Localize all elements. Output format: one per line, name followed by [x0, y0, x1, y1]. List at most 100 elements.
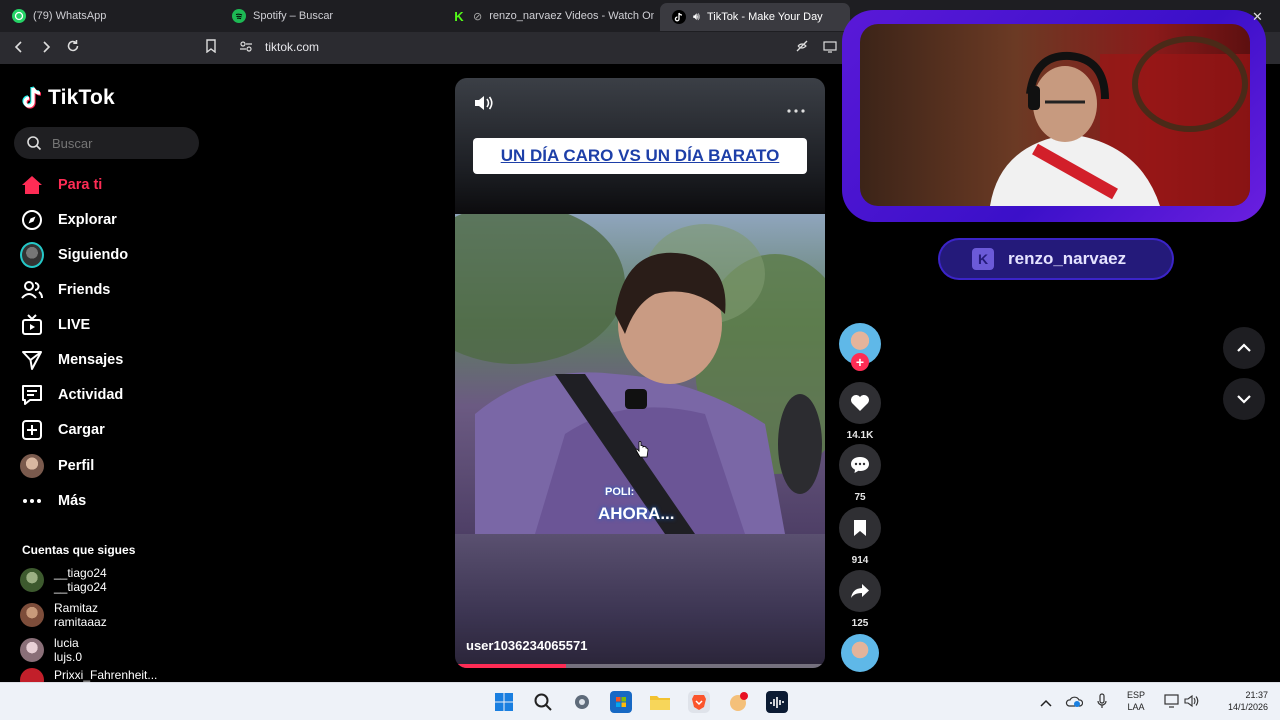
share-action[interactable]: 125 — [839, 570, 881, 629]
nav-siguiendo[interactable]: Siguiendo — [20, 240, 128, 270]
tab-label: TikTok - Make Your Day — [706, 11, 823, 23]
follow-plus-icon[interactable]: + — [851, 353, 869, 371]
nav-explorar[interactable]: Explorar — [20, 205, 117, 235]
tab-spotify[interactable]: Spotify – Buscar — [220, 4, 438, 28]
tab-label: Spotify – Buscar — [253, 10, 334, 22]
tray-chevron-up-icon[interactable] — [1040, 694, 1052, 712]
save-action[interactable]: 914 — [839, 507, 881, 566]
streamer-name: renzo_narvaez — [1008, 249, 1127, 268]
search-input[interactable] — [52, 135, 192, 151]
account-handle: ramitaaaz — [54, 615, 107, 629]
volume-tray-icon[interactable] — [1184, 694, 1200, 713]
video-caption-small: POLI: — [605, 486, 635, 498]
reload-icon[interactable] — [63, 38, 83, 58]
address-bar-url[interactable]: tiktok.com — [265, 40, 319, 54]
network-display-icon[interactable] — [1164, 694, 1180, 713]
following-account[interactable]: __tiago24 __tiago24 — [20, 564, 107, 596]
tab-label: (79) WhatsApp — [33, 10, 107, 22]
clock-date: 14/1/2026 — [1227, 702, 1268, 712]
tab-tiktok[interactable]: 🔊︎ TikTok - Make Your Day — [660, 3, 850, 31]
like-button[interactable] — [839, 382, 881, 424]
share-button[interactable] — [839, 570, 881, 612]
nav-label: LIVE — [58, 317, 91, 333]
tracking-off-icon[interactable] — [792, 38, 812, 58]
author-avatar-button[interactable]: + — [839, 323, 881, 371]
account-name: Ramitaz — [54, 601, 99, 615]
music-disc-button[interactable] — [839, 634, 881, 672]
video-progress-bar[interactable] — [455, 664, 825, 668]
screen-cast-icon[interactable] — [820, 38, 840, 58]
speaker-icon[interactable]: 🔊︎ — [693, 11, 700, 24]
microsoft-store-icon[interactable] — [610, 691, 632, 713]
nav-mas[interactable]: Más — [20, 486, 86, 516]
language-code: ESP — [1126, 690, 1145, 700]
mute-icon[interactable]: ⊘ — [473, 10, 482, 23]
nav-cargar[interactable]: Cargar — [20, 415, 105, 445]
clock-time: 21:37 — [1245, 690, 1268, 700]
account-name: __tiago24 — [54, 566, 107, 580]
windows-start-icon[interactable] — [493, 691, 515, 713]
webcam-overlay — [842, 10, 1266, 222]
tiktok-note-icon — [22, 86, 42, 109]
following-account[interactable]: Prixxi_Fahrenheit... — [20, 668, 157, 682]
avatar — [20, 568, 44, 592]
keyboard-language[interactable]: ESP LAA — [1123, 689, 1149, 713]
video-author-username[interactable]: user1036234065571 — [466, 638, 587, 653]
music-disc-avatar — [841, 634, 879, 672]
tab-kick[interactable]: K ⊘ renzo_narvaez Videos - Watch On — [440, 4, 654, 28]
volume-icon[interactable] — [473, 94, 495, 117]
taskbar-search-icon[interactable] — [532, 691, 554, 713]
back-icon[interactable] — [9, 38, 29, 58]
chevron-up-icon — [1237, 343, 1251, 352]
close-icon[interactable]: ✕ — [1252, 9, 1263, 25]
account-name: lucia — [54, 636, 79, 650]
webcam-person-image — [990, 36, 1250, 206]
next-video-button[interactable] — [1223, 378, 1265, 420]
search-box[interactable] — [14, 127, 199, 159]
comment-button[interactable] — [839, 444, 881, 486]
nav-perfil[interactable]: Perfil — [20, 451, 94, 481]
video-caption-big: AHORA... — [598, 504, 675, 523]
chevron-down-icon — [1237, 395, 1251, 404]
logo-text: TikTok — [48, 86, 115, 109]
nav-friends[interactable]: Friends — [20, 275, 110, 305]
nav-label: Actividad — [58, 387, 124, 403]
nav-para-ti[interactable]: Para ti — [20, 170, 102, 200]
following-account[interactable]: lucia lujs.0 — [20, 634, 82, 666]
following-account[interactable]: Ramitaz ramitaaaz — [20, 599, 107, 631]
messenger-app-icon[interactable] — [727, 691, 749, 713]
following-avatar-icon — [20, 242, 44, 268]
nav-label: Perfil — [58, 458, 95, 474]
more-options-icon[interactable] — [787, 100, 805, 118]
tiktok-logo[interactable]: TikTok — [22, 86, 115, 110]
like-action[interactable]: 14.1K — [839, 382, 881, 441]
save-button[interactable] — [839, 507, 881, 549]
site-settings-icon[interactable] — [236, 38, 256, 58]
share-count: 125 — [851, 618, 869, 629]
streamer-name-badge: K renzo_narvaez — [940, 240, 1172, 278]
forward-icon[interactable] — [36, 38, 56, 58]
bookmark-icon[interactable] — [201, 38, 221, 58]
file-explorer-icon[interactable] — [649, 691, 671, 713]
onedrive-cloud-icon[interactable] — [1065, 694, 1084, 712]
clock[interactable]: 21:37 14/1/2026 — [1208, 689, 1268, 713]
nav-label: Explorar — [58, 212, 117, 228]
comment-action[interactable]: 75 — [839, 444, 881, 503]
activity-icon — [20, 383, 44, 407]
send-icon — [20, 348, 44, 372]
brave-browser-icon[interactable] — [688, 691, 710, 713]
video-player[interactable]: UN DÍA CARO VS UN DÍA BARATO POLI: AHORA… — [455, 78, 825, 668]
settings-gear-icon[interactable] — [571, 691, 593, 713]
tab-whatsapp[interactable]: (79) WhatsApp — [0, 4, 220, 28]
previous-video-button[interactable] — [1223, 327, 1265, 369]
account-handle: lujs.0 — [54, 650, 83, 664]
nav-actividad[interactable]: Actividad — [20, 380, 123, 410]
microphone-icon[interactable] — [1096, 693, 1108, 714]
nav-mensajes[interactable]: Mensajes — [20, 345, 123, 375]
audio-editor-icon[interactable] — [766, 691, 788, 713]
webcam-feed — [860, 24, 1250, 206]
tab-label: renzo_narvaez Videos - Watch On — [489, 10, 654, 22]
avatar — [20, 668, 44, 682]
nav-live[interactable]: LIVE — [20, 310, 90, 340]
comment-count: 75 — [854, 492, 866, 503]
